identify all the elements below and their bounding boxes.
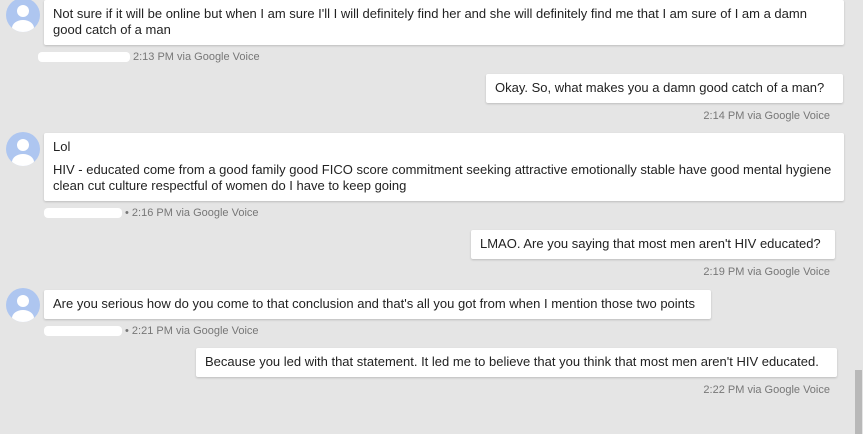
scrollbar[interactable] [854, 0, 863, 434]
message-bubble-incoming: Not sure if it will be online but when I… [44, 0, 844, 45]
message-via: via Google Voice [175, 325, 259, 337]
message-bubble-incoming: Are you serious how do you come to that … [44, 290, 711, 319]
message-bubble-incoming: Lol HIV - educated come from a good fami… [44, 133, 844, 201]
message-meta: 2:22 PM via Google Voice [703, 384, 830, 396]
message-via: via Google Voice [177, 51, 260, 63]
message-bubble-outgoing: Because you led with that statement. It … [196, 348, 837, 377]
meta-separator: • [125, 325, 129, 337]
meta-separator: • [125, 207, 129, 219]
message-via: via Google Voice [747, 266, 830, 278]
avatar [6, 132, 40, 166]
message-time: 2:22 PM [703, 384, 745, 396]
redacted-sender [44, 326, 122, 337]
redacted-sender [44, 208, 122, 219]
message-via: via Google Voice [747, 384, 830, 396]
message-via: via Google Voice [175, 207, 259, 219]
message-meta: 2:14 PM via Google Voice [703, 110, 830, 122]
message-text: Lol [53, 139, 71, 154]
message-text: LMAO. Are you saying that most men aren'… [480, 236, 821, 251]
message-text: HIV - educated come from a good family g… [53, 162, 832, 193]
message-meta: 2:19 PM via Google Voice [703, 266, 830, 278]
redacted-sender [38, 52, 130, 63]
scrollbar-thumb[interactable] [855, 370, 862, 434]
avatar [6, 288, 40, 322]
message-time: 2:14 PM [703, 110, 745, 122]
message-text: Okay. So, what makes you a damn good cat… [495, 80, 825, 95]
message-time: 2:13 PM [133, 51, 174, 63]
message-text: Because you led with that statement. It … [205, 354, 819, 369]
message-text: Not sure if it will be online but when I… [53, 6, 807, 37]
message-meta: • 2:16 PM via Google Voice [44, 207, 259, 219]
message-bubble-outgoing: Okay. So, what makes you a damn good cat… [486, 74, 843, 103]
message-meta: • 2:21 PM via Google Voice [44, 325, 259, 337]
message-meta: 2:13 PM via Google Voice [38, 51, 260, 63]
message-via: via Google Voice [747, 110, 830, 122]
avatar [6, 0, 40, 32]
message-time: 2:21 PM [131, 325, 173, 337]
message-text: Are you serious how do you come to that … [53, 296, 696, 311]
message-bubble-outgoing: LMAO. Are you saying that most men aren'… [471, 230, 835, 259]
message-time: 2:19 PM [703, 266, 745, 278]
message-time: 2:16 PM [131, 207, 173, 219]
